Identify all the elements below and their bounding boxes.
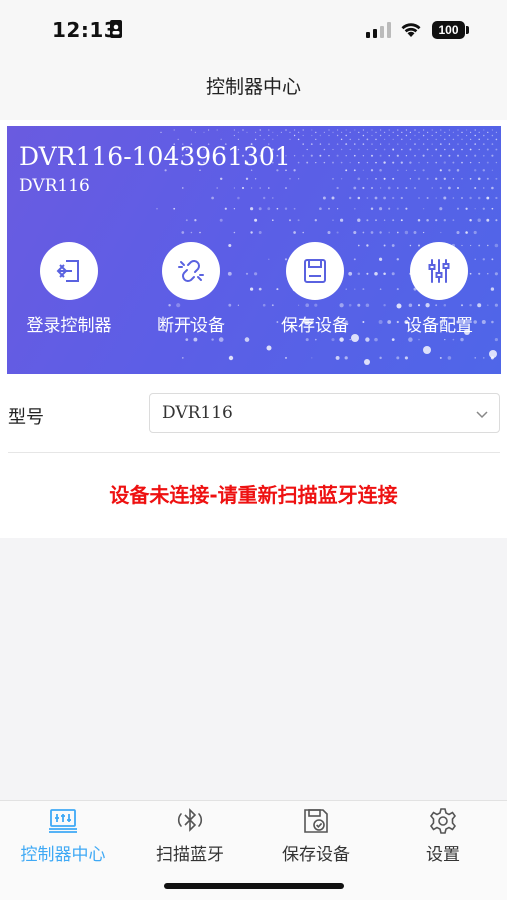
login-controller-button[interactable]: 登录控制器 xyxy=(9,242,129,336)
page-title: 控制器中心 xyxy=(205,76,301,98)
tab-saved-devices-label: 保存设备 xyxy=(282,845,350,865)
status-time: 12:13 xyxy=(52,18,119,42)
save-check-icon xyxy=(304,809,328,833)
model-select[interactable]: DVR116 xyxy=(149,393,500,433)
sliders-icon xyxy=(410,242,468,300)
login-controller-label: 登录控制器 xyxy=(26,316,112,336)
device-config-label: 设备配置 xyxy=(405,316,473,336)
tab-scan-bluetooth[interactable]: 扫描蓝牙 xyxy=(130,807,250,865)
device-name: DVR116-1043961301 xyxy=(19,142,291,171)
login-icon xyxy=(40,242,98,300)
connection-status-message: 设备未连接-请重新扫描蓝牙连接 xyxy=(109,483,398,507)
home-indicator xyxy=(164,883,344,889)
gear-icon xyxy=(429,808,457,834)
tab-controller-center[interactable]: 控制器中心 xyxy=(3,807,123,865)
chevron-down-icon xyxy=(476,411,488,419)
save-device-label: 保存设备 xyxy=(281,316,349,336)
nav-bar: 控制器中心 xyxy=(0,58,507,120)
bluetooth-icon xyxy=(177,808,203,832)
battery-indicator: 100 xyxy=(432,21,465,39)
disconnect-device-label: 断开设备 xyxy=(157,316,225,336)
id-card-icon xyxy=(110,20,122,38)
save-device-button[interactable]: 保存设备 xyxy=(255,242,375,336)
tab-settings-label: 设置 xyxy=(426,845,460,865)
status-bar: 12:13 100 xyxy=(0,0,507,58)
tab-controller-center-label: 控制器中心 xyxy=(20,845,106,865)
save-icon xyxy=(286,242,344,300)
device-banner: DVR116-1043961301 DVR116 登录控制器 断开设备 保存设备… xyxy=(7,126,501,374)
signal-icon xyxy=(366,22,391,38)
device-model: DVR116 xyxy=(19,176,90,196)
controller-icon xyxy=(49,809,77,833)
device-config-button[interactable]: 设备配置 xyxy=(379,242,499,336)
divider xyxy=(8,452,500,453)
tab-scan-bluetooth-label: 扫描蓝牙 xyxy=(156,845,224,865)
tab-settings[interactable]: 设置 xyxy=(383,807,503,865)
model-label: 型号 xyxy=(8,407,44,428)
model-select-value: DVR116 xyxy=(162,403,233,423)
unlink-icon xyxy=(162,242,220,300)
battery-tip xyxy=(466,26,469,34)
tab-saved-devices[interactable]: 保存设备 xyxy=(256,807,376,865)
wifi-icon xyxy=(401,23,421,37)
disconnect-device-button[interactable]: 断开设备 xyxy=(131,242,251,336)
